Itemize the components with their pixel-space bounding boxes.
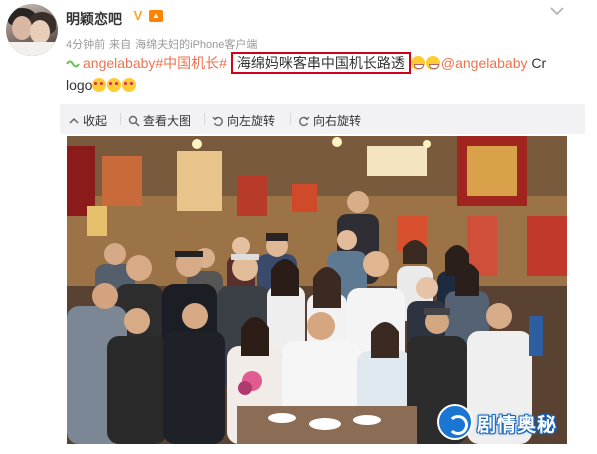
- group-photo-illustration: [67, 136, 567, 444]
- collapse-label: 收起: [83, 114, 108, 128]
- post-meta: 4分钟前 来自 海绵夫妇的iPhone客户端: [66, 36, 261, 52]
- post-source[interactable]: 海绵夫妇的iPhone客户端: [135, 39, 257, 51]
- magnifier-icon: [128, 115, 140, 127]
- heart-eyes-emoji-icon: [92, 78, 107, 92]
- chevron-down-icon[interactable]: [549, 4, 565, 16]
- image-toolbar: 收起 查看大图 向左旋转 向右旋转: [60, 104, 585, 134]
- verified-badge-icon: V: [133, 8, 143, 23]
- highlighted-text: 海绵妈咪客串中国机长路透: [230, 52, 411, 74]
- content-line-1: angelababy#中国机长# 海绵妈咪客串中国机长路透 @angelababy…: [66, 52, 547, 74]
- site-watermark: 剧情奥秘: [437, 404, 570, 442]
- heart-eyes-emoji-icon: [122, 78, 137, 92]
- source-prefix: 来自: [109, 39, 132, 51]
- content-tail: Cr: [527, 55, 547, 71]
- level-badge-icon: ▲: [149, 10, 163, 22]
- post-time[interactable]: 4分钟前: [66, 39, 105, 51]
- content-line-2-text: logo: [66, 77, 93, 93]
- view-large-label: 查看大图: [143, 114, 192, 128]
- topic-link-text: angelababy#中国机长#: [83, 55, 227, 71]
- collapse-button[interactable]: 收起: [68, 112, 107, 129]
- grin-emoji-icon: [425, 56, 440, 70]
- content-line-2: logo: [66, 75, 137, 96]
- watermark-logo-icon: [437, 404, 473, 440]
- rotate-right-button[interactable]: 向右旋转: [298, 112, 361, 129]
- mention-link[interactable]: @angelababy: [441, 55, 528, 71]
- rotate-right-label: 向右旋转: [313, 114, 362, 128]
- avatar[interactable]: [6, 4, 58, 56]
- rotate-left-button[interactable]: 向左旋转: [212, 112, 275, 129]
- view-large-button[interactable]: 查看大图: [128, 112, 191, 129]
- link-icon: [66, 60, 80, 68]
- watermark-text: 剧情奥秘: [477, 415, 558, 436]
- rotate-right-icon: [299, 116, 310, 127]
- rotate-left-icon: [212, 116, 223, 127]
- post-photo[interactable]: [67, 136, 567, 444]
- topic-link[interactable]: angelababy#中国机长#: [66, 55, 231, 71]
- grin-emoji-icon: [410, 56, 425, 70]
- username[interactable]: 明颖恋吧: [66, 9, 122, 29]
- rotate-left-label: 向左旋转: [227, 114, 276, 128]
- collapse-icon: [69, 117, 79, 124]
- heart-eyes-emoji-icon: [107, 78, 122, 92]
